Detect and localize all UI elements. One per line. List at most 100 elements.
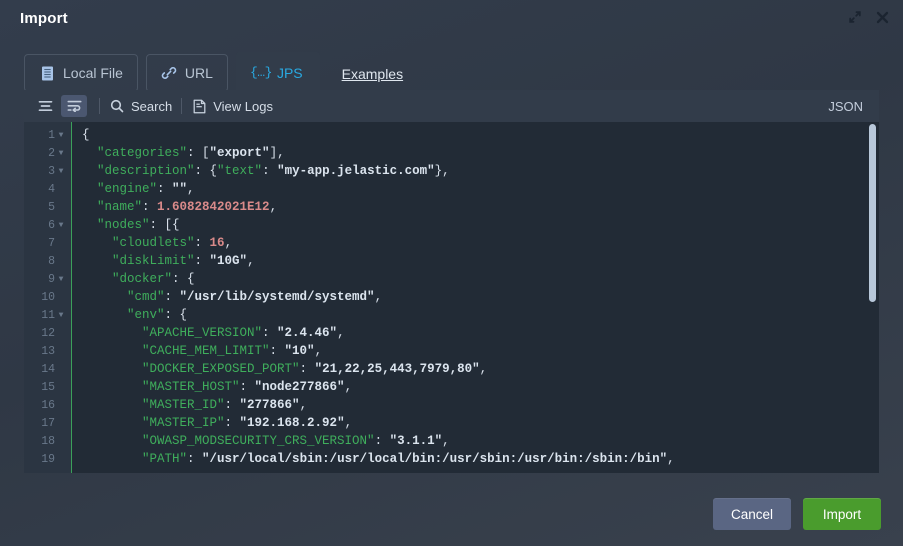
fold-toggle-icon[interactable]: ▼ (55, 311, 67, 320)
tab-local-file[interactable]: Local File (24, 54, 138, 92)
token-punct: : { (194, 164, 218, 178)
gutter-line: 3 ▼ (24, 162, 71, 180)
token-punct: : (194, 254, 210, 268)
view-logs-label: View Logs (213, 98, 273, 114)
token-key: "name" (82, 200, 143, 214)
file-icon (39, 65, 55, 81)
gutter-line: 1 ▼ (24, 126, 71, 144)
token-punct: : (299, 362, 315, 376)
token-punct: , (344, 416, 353, 430)
close-icon[interactable] (873, 8, 891, 26)
gutter-line: 5▼ (24, 198, 71, 216)
token-str: "3.1.1" (389, 434, 443, 448)
token-str: "21,22,25,443,7979,80" (314, 362, 480, 376)
fold-toggle-icon[interactable]: ▼ (55, 221, 67, 230)
code-line: "cmd": "/usr/lib/systemd/systemd", (82, 288, 879, 306)
line-number: 10 (41, 290, 55, 304)
code-line: "env": { (82, 306, 879, 324)
fold-toggle-icon[interactable]: ▼ (55, 149, 67, 158)
line-number: 18 (41, 434, 55, 448)
tab-jps[interactable]: {…} JPS (235, 52, 320, 92)
code-line: "categories": ["export"], (82, 144, 879, 162)
gutter-line: 15▼ (24, 378, 71, 396)
token-key: "APACHE_VERSION" (82, 326, 263, 340)
search-icon (109, 98, 125, 114)
token-str: "10" (284, 344, 315, 358)
search-button[interactable]: Search (109, 98, 172, 114)
tab-url[interactable]: URL (145, 54, 228, 92)
editor-toolbar: Search View Logs JSON (24, 90, 879, 122)
format-indicator: JSON (828, 90, 863, 122)
token-str: "10G" (209, 254, 248, 268)
token-str: "192.168.2.92" (239, 416, 345, 430)
line-number: 9 (48, 272, 55, 286)
window-controls (846, 8, 891, 26)
list-lines-icon[interactable] (32, 95, 58, 117)
gutter-line: 9 ▼ (24, 270, 71, 288)
link-icon (161, 65, 177, 81)
line-number: 17 (41, 416, 55, 430)
token-punct: : (374, 434, 390, 448)
examples-link[interactable]: Examples (342, 66, 403, 82)
token-punct: , (337, 326, 345, 340)
line-number: 15 (41, 380, 55, 394)
braces-icon: {…} (249, 65, 272, 80)
code-line: { (82, 126, 879, 144)
document-icon (191, 98, 207, 114)
token-key: "cloudlets" (82, 236, 195, 250)
view-logs-button[interactable]: View Logs (191, 98, 273, 114)
token-key: "MASTER_HOST" (82, 380, 240, 394)
editor-vertical-scrollbar[interactable] (868, 124, 877, 471)
scrollbar-thumb[interactable] (869, 124, 876, 302)
line-number: 14 (41, 362, 55, 376)
fold-toggle-icon[interactable]: ▼ (55, 131, 67, 140)
gutter-line: 16▼ (24, 396, 71, 414)
code-line: "PATH": "/usr/local/sbin:/usr/local/bin:… (82, 450, 879, 468)
line-number: 2 (48, 146, 55, 160)
code-line: "cloudlets": 16, (82, 234, 879, 252)
token-key: "docker" (82, 272, 173, 286)
token-key: "DOCKER_EXPOSED_PORT" (82, 362, 300, 376)
token-punct: : { (164, 308, 188, 322)
line-number: 1 (48, 128, 55, 142)
token-punct: , (187, 182, 195, 196)
line-number: 8 (48, 254, 55, 268)
token-str: "export" (209, 146, 270, 160)
gutter-line: 10▼ (24, 288, 71, 306)
fold-toggle-icon[interactable]: ▼ (55, 167, 67, 176)
code-line: "DOCKER_EXPOSED_PORT": "21,22,25,443,797… (82, 360, 879, 378)
token-punct: ], (269, 146, 285, 160)
token-punct: , (442, 434, 450, 448)
token-key: "engine" (82, 182, 158, 196)
code-line: "nodes": [{ (82, 216, 879, 234)
gutter-line: 13▼ (24, 342, 71, 360)
token-key: "description" (82, 164, 195, 178)
token-punct: : (239, 380, 255, 394)
code-editor[interactable]: 1▼2▼3▼4▼5▼6▼7▼8▼9▼10▼11▼12▼13▼14▼15▼16▼1… (24, 122, 879, 473)
token-punct: { (82, 128, 90, 142)
code-line: "OWASP_MODSECURITY_CRS_VERSION": "3.1.1"… (82, 432, 879, 450)
expand-icon[interactable] (846, 8, 864, 26)
search-label: Search (131, 98, 173, 114)
tab-jps-label: JPS (276, 64, 303, 81)
code-line: "CACHE_MEM_LIMIT": "10", (82, 342, 879, 360)
code-content[interactable]: { "categories": ["export"], "description… (72, 122, 879, 473)
code-line: "MASTER_ID": "277866", (82, 396, 879, 414)
fold-toggle-icon[interactable]: ▼ (55, 275, 67, 284)
word-wrap-icon[interactable] (61, 95, 87, 117)
token-punct: : [ (187, 146, 210, 160)
token-punct: , (479, 362, 488, 376)
cancel-button[interactable]: Cancel (712, 498, 791, 530)
line-number: 19 (41, 452, 55, 466)
gutter-line: 7▼ (24, 234, 71, 252)
token-punct: : (164, 290, 180, 304)
token-punct: : (224, 398, 240, 412)
token-punct: : [{ (149, 218, 180, 232)
editor-panel: Search View Logs JSON 1▼2▼3▼4▼5▼6▼7▼8▼9▼… (24, 90, 879, 473)
token-punct: : (262, 164, 278, 178)
token-punct: : (142, 200, 158, 214)
token-punct: , (224, 236, 233, 250)
import-button[interactable]: Import (803, 498, 881, 530)
token-str: "/usr/lib/systemd/systemd" (179, 290, 375, 304)
token-str: "/usr/local/sbin:/usr/local/bin:/usr/sbi… (202, 452, 668, 466)
